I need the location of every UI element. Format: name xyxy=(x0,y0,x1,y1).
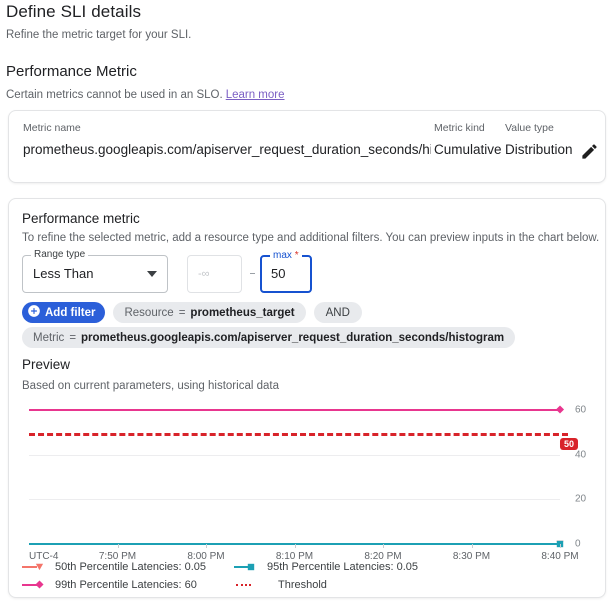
legend-item-square[interactable]: 95th Percentile Latencies: 0.05 xyxy=(234,561,582,573)
filter-chips-row-1: Add filter Resource = prometheus_target … xyxy=(22,302,362,323)
chip-value: prometheus_target xyxy=(190,307,294,319)
chart-gridline xyxy=(29,455,560,456)
metric-summary-card: Metric name prometheus.googleapis.com/ap… xyxy=(8,110,606,183)
preview-description: Based on current parameters, using histo… xyxy=(22,380,279,392)
legend-label: 99th Percentile Latencies: 60 xyxy=(55,579,197,591)
chart-x-tick xyxy=(472,544,473,548)
metric-kind-label: Metric kind xyxy=(434,122,485,134)
chart-x-tick xyxy=(295,544,296,548)
legend-series-marker-icon xyxy=(234,561,260,573)
performance-metric-note: Certain metrics cannot be used in an SLO… xyxy=(6,89,285,101)
pencil-icon xyxy=(580,142,599,164)
legend-series-marker-icon xyxy=(22,561,48,573)
min-value-input[interactable]: -∞ xyxy=(187,255,242,293)
perf-card-title: Performance metric xyxy=(22,211,140,226)
page-title: Define SLI details xyxy=(6,2,141,22)
preview-title: Preview xyxy=(22,357,70,372)
filter-conjunction-and[interactable]: AND xyxy=(314,302,362,323)
plus-circle-icon xyxy=(27,304,41,321)
chip-operator: = xyxy=(179,307,186,319)
legend-item-triangle-down[interactable]: 50th Percentile Latencies: 0.05 xyxy=(22,561,234,573)
required-marker: * xyxy=(295,250,299,261)
chart-x-tick xyxy=(206,544,207,548)
performance-metric-card: Performance metric To refine the selecte… xyxy=(8,198,606,598)
chart-y-tick-label: 20 xyxy=(575,494,586,505)
range-type-select[interactable]: Range type Less Than xyxy=(22,255,168,293)
filter-chip-resource[interactable]: Resource = prometheus_target xyxy=(113,302,305,323)
max-field-value: 50 xyxy=(271,266,285,281)
chevron-down-icon xyxy=(147,271,157,277)
legend-dotted-line-icon xyxy=(234,579,260,591)
value-type-label: Value type xyxy=(505,122,554,134)
chip-key: Resource xyxy=(124,307,173,319)
chart-y-tick-label: 0 xyxy=(575,539,581,550)
filter-chip-metric[interactable]: Metric = prometheus.googleapis.com/apise… xyxy=(22,327,515,348)
chart-gridline xyxy=(29,499,560,500)
add-filter-button[interactable]: Add filter xyxy=(22,302,105,323)
range-type-label: Range type xyxy=(31,249,88,260)
legend-item-diamond[interactable]: 99th Percentile Latencies: 60 xyxy=(22,579,234,591)
learn-more-link[interactable]: Learn more xyxy=(226,89,285,101)
chart-x-tick xyxy=(118,544,119,548)
chart-threshold-badge: 50 xyxy=(560,438,578,450)
min-placeholder: -∞ xyxy=(198,268,210,280)
max-label-text: max xyxy=(273,250,292,261)
chip-value: prometheus.googleapis.com/apiserver_requ… xyxy=(81,332,504,344)
chart-x-tick xyxy=(560,544,561,548)
note-text: Certain metrics cannot be used in an SLO… xyxy=(6,89,223,101)
chart-series-marker xyxy=(556,401,565,419)
legend-label: Threshold xyxy=(278,579,327,591)
metric-kind-value: Cumulative xyxy=(434,142,502,157)
metric-name-label: Metric name xyxy=(23,122,81,134)
max-value-input[interactable]: max * 50 xyxy=(260,255,312,293)
chart-series-line xyxy=(29,409,560,411)
preview-chart: 604020050 UTC-47:50 PM8:00 PM8:10 PM8:20… xyxy=(22,397,594,557)
legend-label: 95th Percentile Latencies: 0.05 xyxy=(267,561,418,573)
page-subtitle: Refine the metric target for your SLI. xyxy=(6,29,191,41)
chart-x-tick xyxy=(383,544,384,548)
chart-y-tick-label: 60 xyxy=(575,405,586,416)
chip-key: Metric xyxy=(33,332,64,344)
legend-series-marker-icon xyxy=(22,579,48,591)
value-type-value: Distribution xyxy=(505,142,573,157)
define-sli-details-page: Define SLI details Refine the metric tar… xyxy=(0,0,614,606)
max-field-label: max * xyxy=(270,250,302,261)
chart-plot-area: 604020050 xyxy=(29,397,560,544)
filter-chips-row-2: Metric = prometheus.googleapis.com/apise… xyxy=(22,327,515,348)
chart-threshold-line xyxy=(29,433,568,436)
chart-y-tick-label: 40 xyxy=(575,449,586,460)
range-separator xyxy=(250,273,255,274)
metric-name-value: prometheus.googleapis.com/apiserver_requ… xyxy=(23,142,431,157)
legend-label: 50th Percentile Latencies: 0.05 xyxy=(55,561,206,573)
performance-metric-heading: Performance Metric xyxy=(6,63,137,80)
perf-card-description: To refine the selected metric, add a res… xyxy=(22,232,599,244)
chip-operator: = xyxy=(69,332,76,344)
edit-metric-button[interactable] xyxy=(575,139,603,167)
chart-legend: 50th Percentile Latencies: 0.05 95th Perc… xyxy=(22,561,582,591)
range-type-value: Less Than xyxy=(33,266,93,281)
legend-item-threshold[interactable]: Threshold xyxy=(234,579,582,591)
add-filter-label: Add filter xyxy=(45,307,95,319)
